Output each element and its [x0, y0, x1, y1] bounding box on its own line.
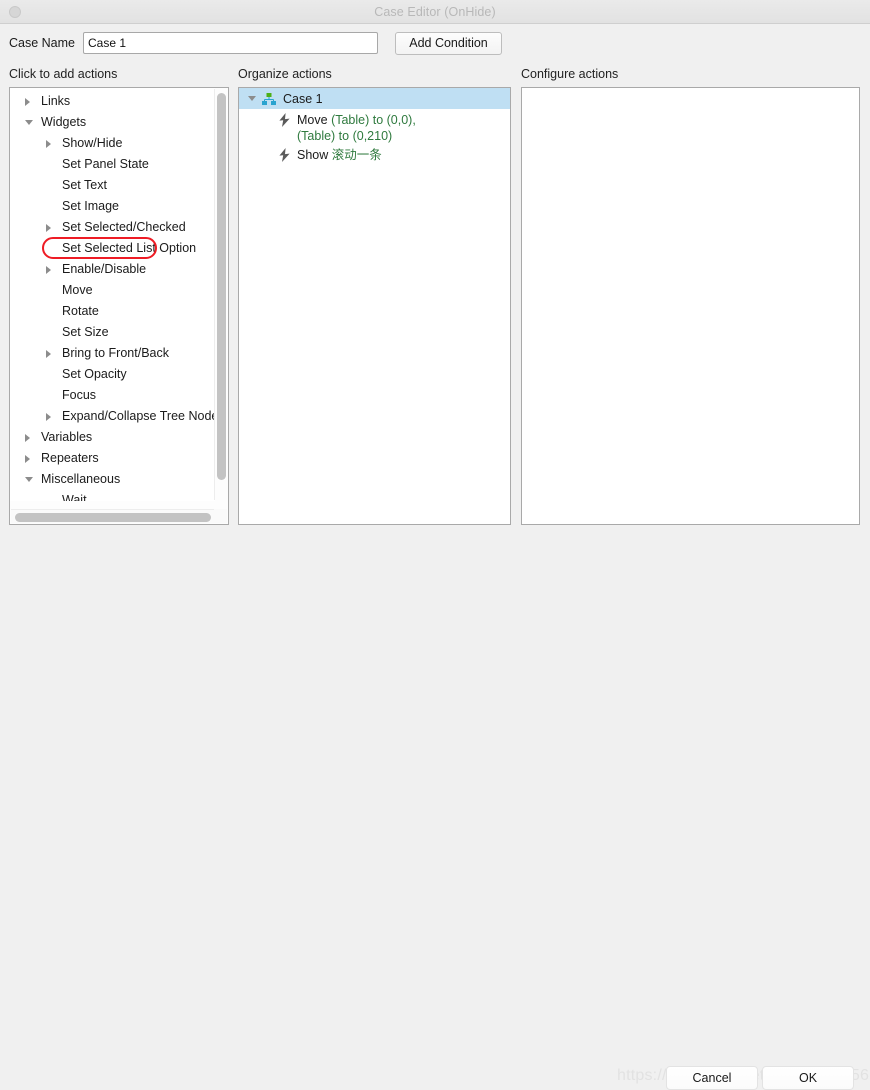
action-tree-item[interactable]: Variables — [10, 427, 215, 448]
case-name-label: Case Name — [9, 36, 75, 50]
organize-action-text: Show 滚动一条 — [297, 147, 382, 163]
organize-action-item[interactable]: Show 滚动一条 — [239, 144, 510, 163]
action-tree-item-label: Set Image — [62, 199, 119, 213]
left-panel-horizontal-scrollbar[interactable] — [11, 509, 215, 523]
action-tree-item[interactable]: Set Opacity — [10, 364, 215, 385]
case-editor-window: Case Editor (OnHide) Case Name Add Condi… — [0, 0, 870, 1090]
left-panel-vertical-scrollbar[interactable] — [214, 89, 227, 500]
action-tree-item[interactable]: Miscellaneous — [10, 469, 215, 490]
action-tree-item-label: Set Size — [62, 325, 109, 339]
organize-action-verb: Move — [297, 113, 328, 127]
organize-actions-list[interactable]: Move (Table) to (0,0), (Table) to (0,210)… — [239, 109, 510, 163]
chevron-right-icon[interactable] — [25, 434, 30, 442]
action-tree[interactable]: Links Widgets Show/Hide Set Panel State Set … — [10, 88, 215, 501]
action-tree-item-label: Set Selected List Option — [62, 241, 197, 255]
chevron-right-icon[interactable] — [46, 350, 51, 358]
mid-column-heading: Organize actions — [238, 67, 332, 81]
action-tree-item-label: Move — [62, 283, 93, 297]
case-tree-root-label: Case 1 — [283, 91, 323, 106]
case-name-input[interactable] — [83, 32, 378, 54]
action-tree-item[interactable]: Links — [10, 91, 215, 112]
action-tree-item[interactable]: Bring to Front/Back — [10, 343, 215, 364]
action-tree-item[interactable]: Set Selected List Option — [10, 238, 215, 259]
action-tree-item-label: Widgets — [41, 115, 87, 129]
action-tree-item-label: Wait — [62, 493, 87, 501]
chevron-right-icon[interactable] — [46, 413, 51, 421]
organize-action-target-cont: (Table) to (0,210) — [297, 129, 393, 143]
action-tree-item[interactable]: Move — [10, 280, 215, 301]
action-tree-item[interactable]: Set Image — [10, 196, 215, 217]
organize-action-target: (Table) to (0,0), — [331, 113, 416, 127]
chevron-right-icon[interactable] — [25, 455, 30, 463]
action-tree-item[interactable]: Focus — [10, 385, 215, 406]
case-name-row: Case Name Add Condition — [0, 24, 870, 62]
action-tree-item-label: Focus — [62, 388, 97, 402]
action-tree-item[interactable]: Set Panel State — [10, 154, 215, 175]
action-tree-item-label: Set Selected/Checked — [62, 220, 186, 234]
organize-action-target: 滚动一条 — [331, 148, 382, 162]
lightning-bolt-icon — [279, 148, 290, 162]
action-tree-item-label: Set Text — [62, 178, 107, 192]
title-bar: Case Editor (OnHide) — [0, 0, 870, 24]
organize-action-verb: Show — [297, 148, 329, 162]
left-column-heading: Click to add actions — [9, 67, 118, 81]
action-tree-item[interactable]: Set Selected/Checked — [10, 217, 215, 238]
action-tree-item-label: Rotate — [62, 304, 99, 318]
close-button[interactable] — [9, 6, 21, 18]
chevron-down-icon[interactable] — [248, 96, 256, 101]
action-tree-item[interactable]: Set Size — [10, 322, 215, 343]
organize-action-item[interactable]: Move (Table) to (0,0), (Table) to (0,210) — [239, 109, 510, 144]
chevron-right-icon[interactable] — [46, 224, 51, 232]
footer-bar: https://blog.csdn.net/qq_36175056 Cancel… — [0, 530, 870, 1090]
action-tree-item-label: Expand/Collapse Tree Node — [62, 409, 215, 423]
chevron-right-icon[interactable] — [25, 98, 30, 106]
add-condition-button[interactable]: Add Condition — [395, 31, 502, 55]
cancel-button[interactable]: Cancel — [666, 1066, 758, 1090]
chevron-right-icon[interactable] — [46, 266, 51, 274]
action-library-panel: Links Widgets Show/Hide Set Panel State Set … — [9, 87, 229, 525]
case-tree-root-row[interactable]: Case 1 — [239, 88, 510, 109]
action-tree-item-label: Set Opacity — [62, 367, 127, 381]
action-tree-item[interactable]: Wait — [10, 490, 215, 501]
action-tree-item[interactable]: Set Text — [10, 175, 215, 196]
left-panel-horizontal-scroll-thumb[interactable] — [15, 513, 211, 522]
action-tree-item[interactable]: Enable/Disable — [10, 259, 215, 280]
action-tree-item[interactable]: Expand/Collapse Tree Node — [10, 406, 215, 427]
chevron-down-icon[interactable] — [25, 477, 33, 482]
chevron-right-icon[interactable] — [46, 140, 51, 148]
action-tree-item[interactable]: Show/Hide — [10, 133, 215, 154]
case-hierarchy-icon — [262, 92, 276, 105]
scrollbar-corner — [214, 509, 227, 523]
action-tree-item[interactable]: Rotate — [10, 301, 215, 322]
action-tree-item-label: Links — [41, 94, 71, 108]
action-tree-item-label: Enable/Disable — [62, 262, 147, 276]
lightning-bolt-icon — [279, 113, 290, 127]
action-tree-item-label: Show/Hide — [62, 136, 123, 150]
action-tree-item-label: Set Panel State — [62, 157, 149, 171]
right-column-heading: Configure actions — [521, 67, 619, 81]
action-tree-item-label: Bring to Front/Back — [62, 346, 169, 360]
organize-action-text: Move (Table) to (0,0), (Table) to (0,210) — [297, 112, 416, 144]
action-tree-item[interactable]: Repeaters — [10, 448, 215, 469]
action-tree-item-label: Variables — [41, 430, 93, 444]
organize-actions-panel: Case 1 Move (Table) to (0,0), (Table) to … — [238, 87, 511, 525]
chevron-down-icon[interactable] — [25, 120, 33, 125]
window-title: Case Editor (OnHide) — [374, 4, 496, 19]
left-panel-vertical-scroll-thumb[interactable] — [217, 93, 226, 480]
ok-button[interactable]: OK — [762, 1066, 854, 1090]
configure-actions-panel[interactable] — [521, 87, 860, 525]
action-tree-item[interactable]: Widgets — [10, 112, 215, 133]
action-tree-item-label: Repeaters — [41, 451, 99, 465]
